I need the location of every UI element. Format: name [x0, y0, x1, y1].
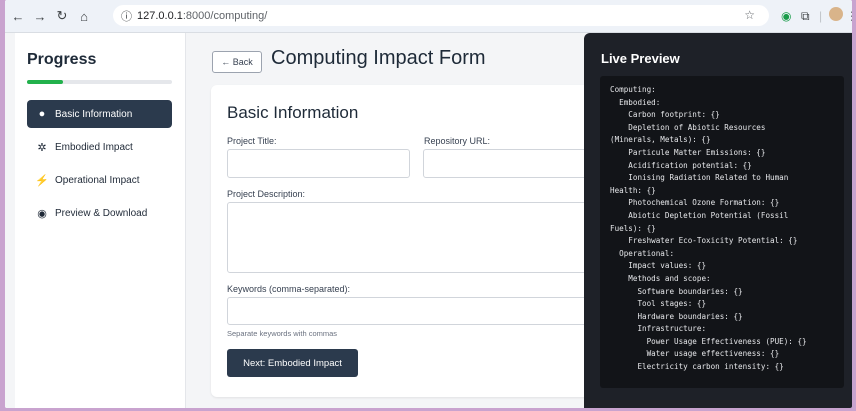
keywords-label: Keywords (comma-separated): [227, 284, 351, 294]
progress-bar [27, 80, 172, 84]
browser-toolbar: ← → ↻ ⌂ ⓘ 127.0.0.1:8000/computing/ ☆ ◉ … [5, 0, 852, 33]
site-info-icon[interactable]: ⓘ [121, 8, 132, 24]
sidebar-item-operational-impact[interactable]: ⚡ Operational Impact [27, 166, 172, 194]
menu-kebab-icon[interactable]: ⋮ [846, 9, 852, 23]
info-circle-icon: ● [38, 108, 46, 120]
project-title-input[interactable] [227, 149, 410, 178]
main-content: ← Back Computing Impact Form Basic Infor… [197, 33, 631, 408]
browser-window: ← → ↻ ⌂ ⓘ 127.0.0.1:8000/computing/ ☆ ◉ … [5, 0, 852, 408]
project-title-label: Project Title: [227, 136, 277, 146]
progress-fill [27, 80, 64, 84]
preview-code-box: Computing: Embodied: Carbon footprint: {… [600, 76, 844, 388]
section-title: Basic Information [227, 103, 359, 122]
forward-arrow-icon[interactable]: → [31, 9, 49, 24]
back-arrow-icon[interactable]: ← [9, 9, 27, 24]
profile-avatar-icon[interactable] [829, 7, 843, 21]
project-description-textarea[interactable] [227, 202, 625, 273]
sidebar-item-basic-information[interactable]: ● Basic Information [27, 100, 172, 128]
extension-icon[interactable]: ◉ [781, 9, 791, 23]
back-button[interactable]: ← Back [212, 51, 262, 73]
preview-yaml-content: Computing: Embodied: Carbon footprint: {… [610, 85, 807, 372]
extensions-puzzle-icon[interactable]: ⧉ [801, 9, 810, 24]
reload-icon[interactable]: ↻ [53, 8, 71, 24]
sidebar-item-label: Embodied Impact [55, 141, 133, 153]
toolbar-divider: | [819, 9, 823, 23]
live-preview-panel: Live Preview Computing: Embodied: Carbon… [584, 33, 852, 408]
sidebar-item-embodied-impact[interactable]: ✲ Embodied Impact [27, 133, 172, 161]
next-embodied-impact-button[interactable]: Next: Embodied Impact [227, 349, 358, 377]
preview-title: Live Preview [601, 51, 680, 66]
form-card: Basic Information Project Title: Reposit… [211, 85, 631, 397]
progress-sidebar: Progress ● Basic Information ✲ Embodied … [15, 33, 186, 408]
url-text: 127.0.0.1:8000/computing/ [137, 9, 268, 22]
bolt-icon: ⚡ [35, 174, 49, 187]
project-description-label: Project Description: [227, 189, 306, 199]
app-area: Progress ● Basic Information ✲ Embodied … [5, 33, 852, 408]
keywords-hint: Separate keywords with commas [227, 329, 338, 338]
eye-icon: ◉ [37, 207, 47, 220]
sidebar-item-preview-download[interactable]: ◉ Preview & Download [27, 199, 172, 227]
sidebar-title: Progress [27, 51, 97, 68]
repository-url-label: Repository URL: [424, 136, 491, 146]
sidebar-item-label: Basic Information [55, 108, 133, 120]
home-icon[interactable]: ⌂ [75, 9, 93, 24]
gear-icon: ✲ [37, 141, 47, 154]
page-title: Computing Impact Form [271, 47, 486, 69]
bookmark-star-icon[interactable]: ☆ [744, 8, 755, 22]
address-bar[interactable]: ⓘ 127.0.0.1:8000/computing/ ☆ [113, 5, 769, 26]
sidebar-item-label: Preview & Download [55, 207, 148, 219]
keywords-input[interactable] [227, 297, 625, 325]
sidebar-item-label: Operational Impact [55, 174, 140, 186]
